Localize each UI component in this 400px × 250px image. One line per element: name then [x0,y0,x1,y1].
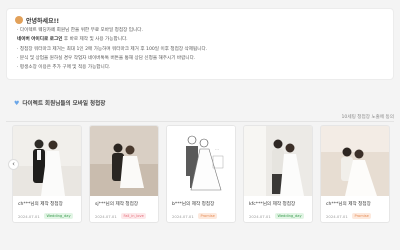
notice-line: · 평생소장 이용은 추가 구매 및 적용 가능합니다. [17,65,111,71]
invitation-card[interactable]: kfc***님의 제작 청첩장 2024.07.01 Wedding_day [243,125,313,223]
couple-photo [244,126,312,196]
invitation-card[interactable]: … b***님의 제작 청첩장 2024.07.01 Promise [166,125,236,223]
notice-title: 안녕하세요!! [15,14,59,26]
theme-tag: Promise [198,212,218,219]
card-carousel: ch***님의 제작 청첩장 2024.07.01 Wedding_day sj… [12,125,400,225]
couple-illustration: … [167,126,235,196]
divider [6,121,394,122]
card-title: sj***님의 제작 청첩장 [95,202,139,207]
invitation-card[interactable]: ch***님의 제작 청첩장 2024.07.01 Wedding_day [12,125,82,223]
carousel-prev-button[interactable]: ‹ [8,159,19,170]
limit-note: 10세팅 청첩장 노출에 동의 [341,115,395,120]
login-highlight: 네이버 아이디로 로그인 [17,37,63,43]
notice-line: · 다이렉트 웨딩카페 회원님 한을 위한 무료 모바일 청첩장 입니다. [17,28,143,33]
invitation-card[interactable]: sj***님의 제작 청첩장 2024.07.01 Fall_in_love [89,125,159,223]
couple-photo [321,126,389,196]
theme-tag: Wedding_day [44,212,74,219]
svg-text:…: … [215,146,219,151]
notice-line-suffix: 후 바로 제작 및 사용 가능합니다. [62,37,128,43]
card-date: 2024.07.01 [172,214,194,219]
card-date: 2024.07.01 [18,214,40,219]
notice-line: · 분식 및 상업을 원하실 경우 작업자 네이버톡톡 버튼을 통해 상담 신청… [17,55,196,61]
notice-line: 네이버 아이디로 로그인 후 바로 제작 및 사용 가능합니다. [17,35,207,44]
card-title: b***님의 제작 청첩장 [172,202,215,207]
section-title: ♥ 다이렉트 회원님들의 모바일 청첩장 [14,98,105,108]
notice-box: 안녕하세요!! · 다이렉트 웨딩카페 회원님 한을 위한 무료 모바일 청첩장… [6,8,394,80]
heart-icon: ♥ [14,99,20,107]
chevron-left-icon: ‹ [12,160,15,168]
theme-tag: Wedding_day [275,212,305,219]
couple-photo [90,126,158,196]
notice-line: · 청첩장 워터마크 제거는 최대 1인 2매 가능하며 워터마크 제거 후 1… [17,46,208,52]
invitation-card[interactable]: ch***님의 제작 청첩장 2024.07.01 Promise [320,125,390,223]
card-date: 2024.07.01 [95,214,117,219]
section-title-text: 다이렉트 회원님들의 모바일 청첩장 [22,101,106,107]
theme-tag: Promise [352,212,372,219]
card-date: 2024.07.01 [326,214,348,219]
theme-tag: Fall_in_love [121,212,147,219]
card-title: ch***님의 제작 청첩장 [326,202,371,207]
couple-photo [13,126,81,196]
notice-list: · 다이렉트 웨딩카페 회원님 한을 위한 무료 모바일 청첩장 입니다. 네이… [17,26,207,72]
card-date: 2024.07.01 [249,214,271,219]
card-title: ch***님의 제작 청첩장 [18,202,63,207]
notice-title-text: 안녕하세요!! [26,17,60,25]
waving-hand-icon [15,16,23,24]
card-title: kfc***님의 제작 청첩장 [249,202,296,207]
